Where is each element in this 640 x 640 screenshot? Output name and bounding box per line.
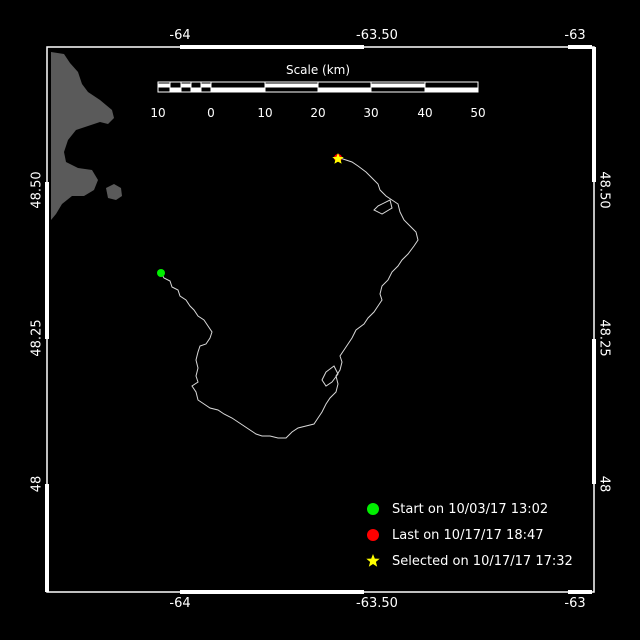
lat-tick-left: 48.50 <box>29 171 45 209</box>
coastline-land <box>51 52 114 220</box>
drift-track-loop <box>321 199 393 387</box>
legend-label: Last on 10/17/17 18:47 <box>392 528 544 543</box>
map-figure: -64 -63.50 -63 -64 -63.50 -63 48.50 48.2… <box>0 0 640 640</box>
lon-tick-top: -63 <box>564 28 586 43</box>
lat-tick-right: 48.50 <box>596 171 612 209</box>
start-marker <box>157 269 165 277</box>
green-dot-icon <box>367 503 379 515</box>
lon-tick-top: -64 <box>169 28 191 43</box>
scale-title: Scale (km) <box>285 63 351 77</box>
lon-tick-bottom: -63 <box>564 596 586 611</box>
scale-label: 0 <box>207 106 215 120</box>
yellow-star-icon <box>366 554 380 567</box>
scale-label: 10 <box>150 106 166 120</box>
scale-label: 10 <box>257 106 273 120</box>
scale-label: 40 <box>417 106 433 120</box>
scale-label: 30 <box>363 106 379 120</box>
lon-tick-bottom: -64 <box>169 596 191 611</box>
scale-bar <box>157 81 479 93</box>
lon-tick-top: -63.50 <box>356 28 398 43</box>
red-dot-icon <box>367 529 379 541</box>
lat-tick-left: 48.25 <box>29 319 45 357</box>
selected-star-marker <box>332 153 344 164</box>
lat-tick-left: 48 <box>29 475 45 493</box>
island-land <box>106 184 122 200</box>
scale-label: 50 <box>470 106 486 120</box>
lat-tick-right: 48 <box>596 475 612 493</box>
map-canvas <box>45 45 596 594</box>
lon-tick-bottom: -63.50 <box>356 596 398 611</box>
legend-label: Selected on 10/17/17 17:32 <box>392 554 573 569</box>
legend-label: Start on 10/03/17 13:02 <box>392 502 549 517</box>
lat-tick-right: 48.25 <box>596 319 612 357</box>
drift-track <box>160 157 419 439</box>
scale-label: 20 <box>310 106 326 120</box>
